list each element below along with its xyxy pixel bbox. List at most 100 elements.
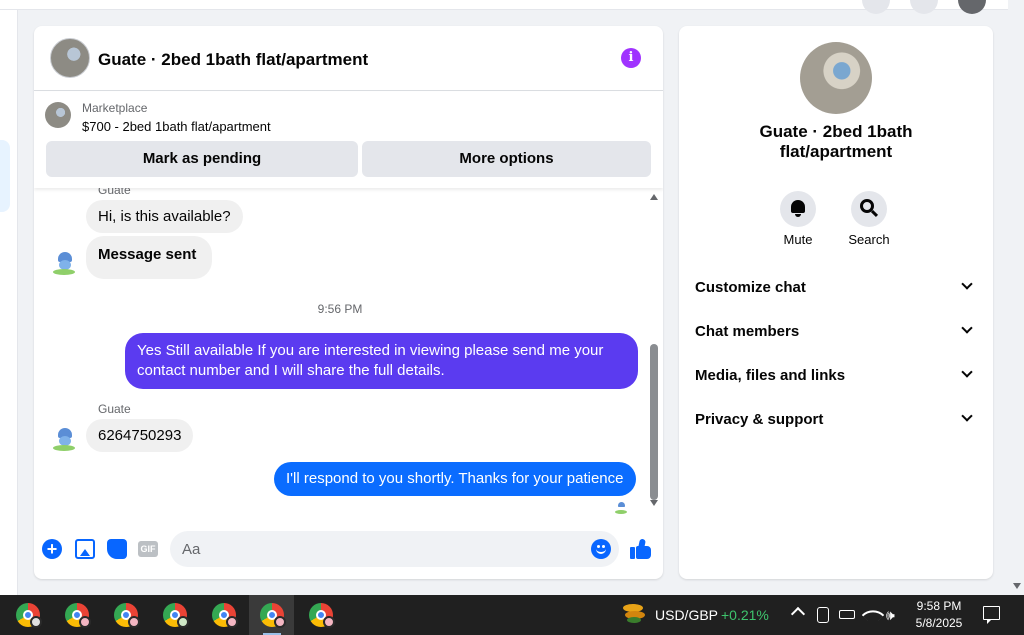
- messages-scrollbar[interactable]: [646, 188, 662, 518]
- sender-avatar[interactable]: [50, 426, 78, 454]
- scroll-down-arrow-icon[interactable]: [650, 500, 658, 506]
- chat-avatar[interactable]: [50, 38, 90, 78]
- section-customize-chat[interactable]: Customize chat: [679, 266, 993, 310]
- chat-header: Guate · 2bed 1bath flat/apartment i: [34, 26, 663, 91]
- chrome-icon: [309, 603, 335, 628]
- chevron-down-icon: [961, 322, 973, 334]
- scroll-down-arrow-icon[interactable]: [1013, 583, 1021, 589]
- sidebar-active-tab[interactable]: [0, 140, 10, 212]
- info-avatar[interactable]: [800, 42, 872, 114]
- currency-change[interactable]: +0.21%: [721, 607, 769, 623]
- chrome-taskbar-icon-active[interactable]: [249, 595, 294, 635]
- scroll-up-arrow-icon[interactable]: [650, 194, 658, 200]
- marketplace-label: Marketplace: [82, 101, 148, 115]
- listing-thumbnail[interactable]: [45, 102, 71, 128]
- thumbs-up-icon[interactable]: [630, 538, 652, 560]
- chevron-down-icon: [961, 366, 973, 378]
- chrome-icon: [114, 603, 140, 628]
- chrome-taskbar-icon[interactable]: [54, 595, 99, 635]
- profile-badge: [226, 616, 238, 628]
- chevron-down-icon: [961, 410, 973, 422]
- mountain-shape: [80, 549, 90, 556]
- chat-title[interactable]: Guate · 2bed 1bath flat/apartment: [98, 50, 368, 70]
- section-label: Customize chat: [695, 279, 806, 296]
- section-label: Privacy & support: [695, 411, 824, 428]
- profile-badge: [79, 616, 91, 628]
- chrome-icon: [260, 603, 286, 628]
- section-label: Media, files and links: [695, 367, 846, 384]
- avatar-grass: [53, 445, 75, 451]
- message-composer: + GIF: [34, 526, 663, 572]
- taskbar: USD/GBP +0.21% 🕪 9:58 PM 5/8/2025: [0, 595, 1024, 635]
- coins-icon[interactable]: [623, 604, 645, 624]
- sticker-icon[interactable]: [107, 539, 127, 559]
- profile-badge: [323, 616, 335, 628]
- mute-label: Mute: [783, 232, 813, 247]
- clock-date[interactable]: 5/8/2025: [906, 616, 972, 630]
- incoming-message[interactable]: Hi, is this available?: [86, 200, 243, 233]
- meet-now-icon[interactable]: [817, 607, 829, 623]
- emoji-mouth: [596, 548, 606, 554]
- marketplace-bar: Marketplace $700 - 2bed 1bath flat/apart…: [34, 92, 663, 188]
- gif-icon[interactable]: GIF: [138, 541, 158, 557]
- avatar-hat: [618, 502, 625, 507]
- section-privacy-support[interactable]: Privacy & support: [679, 398, 993, 442]
- seen-avatar: [614, 501, 628, 515]
- chrome-taskbar-icon[interactable]: [201, 595, 246, 635]
- battery-icon[interactable]: [839, 610, 855, 619]
- bell-icon: [791, 200, 805, 213]
- chrome-taskbar-icon[interactable]: [298, 595, 343, 635]
- page-scrollbar[interactable]: [1008, 0, 1024, 595]
- sender-avatar[interactable]: [50, 250, 78, 278]
- chat-panel: Guate · 2bed 1bath flat/apartment i Mark…: [34, 26, 663, 579]
- chrome-icon: [65, 603, 91, 628]
- thumb-cuff: [630, 547, 635, 559]
- chrome-icon: [16, 603, 42, 628]
- chrome-taskbar-icon[interactable]: [152, 595, 197, 635]
- profile-badge: [274, 616, 286, 628]
- outgoing-message[interactable]: Yes Still available If you are intereste…: [125, 333, 638, 389]
- section-chat-members[interactable]: Chat members: [679, 310, 993, 354]
- mute-button[interactable]: [780, 191, 816, 227]
- sender-name: Guate: [98, 402, 131, 416]
- incoming-message[interactable]: 6264750293: [86, 419, 194, 452]
- chrome-icon: [163, 603, 189, 628]
- info-icon[interactable]: i: [621, 48, 641, 68]
- scrollbar-thumb[interactable]: [650, 344, 658, 500]
- avatar-grass: [615, 510, 627, 514]
- sender-name: Guate: [98, 188, 131, 197]
- message-list: Guate Hi, is this available? Message sen…: [34, 188, 663, 518]
- chrome-taskbar-icon[interactable]: [103, 595, 148, 635]
- speaker-icon[interactable]: 🕪: [886, 607, 895, 627]
- plus-icon[interactable]: +: [42, 539, 62, 559]
- top-bar: [0, 0, 1008, 14]
- notification-icon[interactable]: [983, 606, 1000, 624]
- search-label: Search: [848, 232, 890, 247]
- coin: [627, 617, 641, 623]
- profile-badge: [30, 616, 42, 628]
- currency-pair[interactable]: USD/GBP: [655, 607, 718, 623]
- more-options-button[interactable]: More options: [362, 141, 651, 177]
- outgoing-message[interactable]: I'll respond to you shortly. Thanks for …: [274, 462, 636, 496]
- listing-title[interactable]: $700 - 2bed 1bath flat/apartment: [82, 119, 271, 134]
- clock-time[interactable]: 9:58 PM: [906, 599, 972, 613]
- tray-chevron-up-icon[interactable]: [790, 606, 806, 622]
- conversation-info-panel: Guate · 2bed 1bath flat/apartment Mute S…: [679, 26, 993, 579]
- profile-avatar[interactable]: [958, 0, 986, 14]
- photo-icon[interactable]: [75, 539, 95, 559]
- mark-as-pending-button[interactable]: Mark as pending: [46, 141, 358, 177]
- top-nav-icon[interactable]: [862, 0, 890, 14]
- section-media-files-links[interactable]: Media, files and links: [679, 354, 993, 398]
- search-button[interactable]: [851, 191, 887, 227]
- incoming-message[interactable]: Message sent: [86, 236, 213, 279]
- chrome-taskbar-icon[interactable]: [5, 595, 50, 635]
- message-input[interactable]: [170, 531, 619, 567]
- top-nav-icon[interactable]: [910, 0, 938, 14]
- wifi-icon[interactable]: [861, 603, 885, 627]
- emoji-icon[interactable]: [591, 539, 611, 559]
- profile-badge: [177, 616, 189, 628]
- chrome-icon: [212, 603, 238, 628]
- chevron-down-icon: [961, 278, 973, 290]
- avatar-grass: [53, 269, 75, 275]
- message-timestamp: 9:56 PM: [317, 302, 363, 316]
